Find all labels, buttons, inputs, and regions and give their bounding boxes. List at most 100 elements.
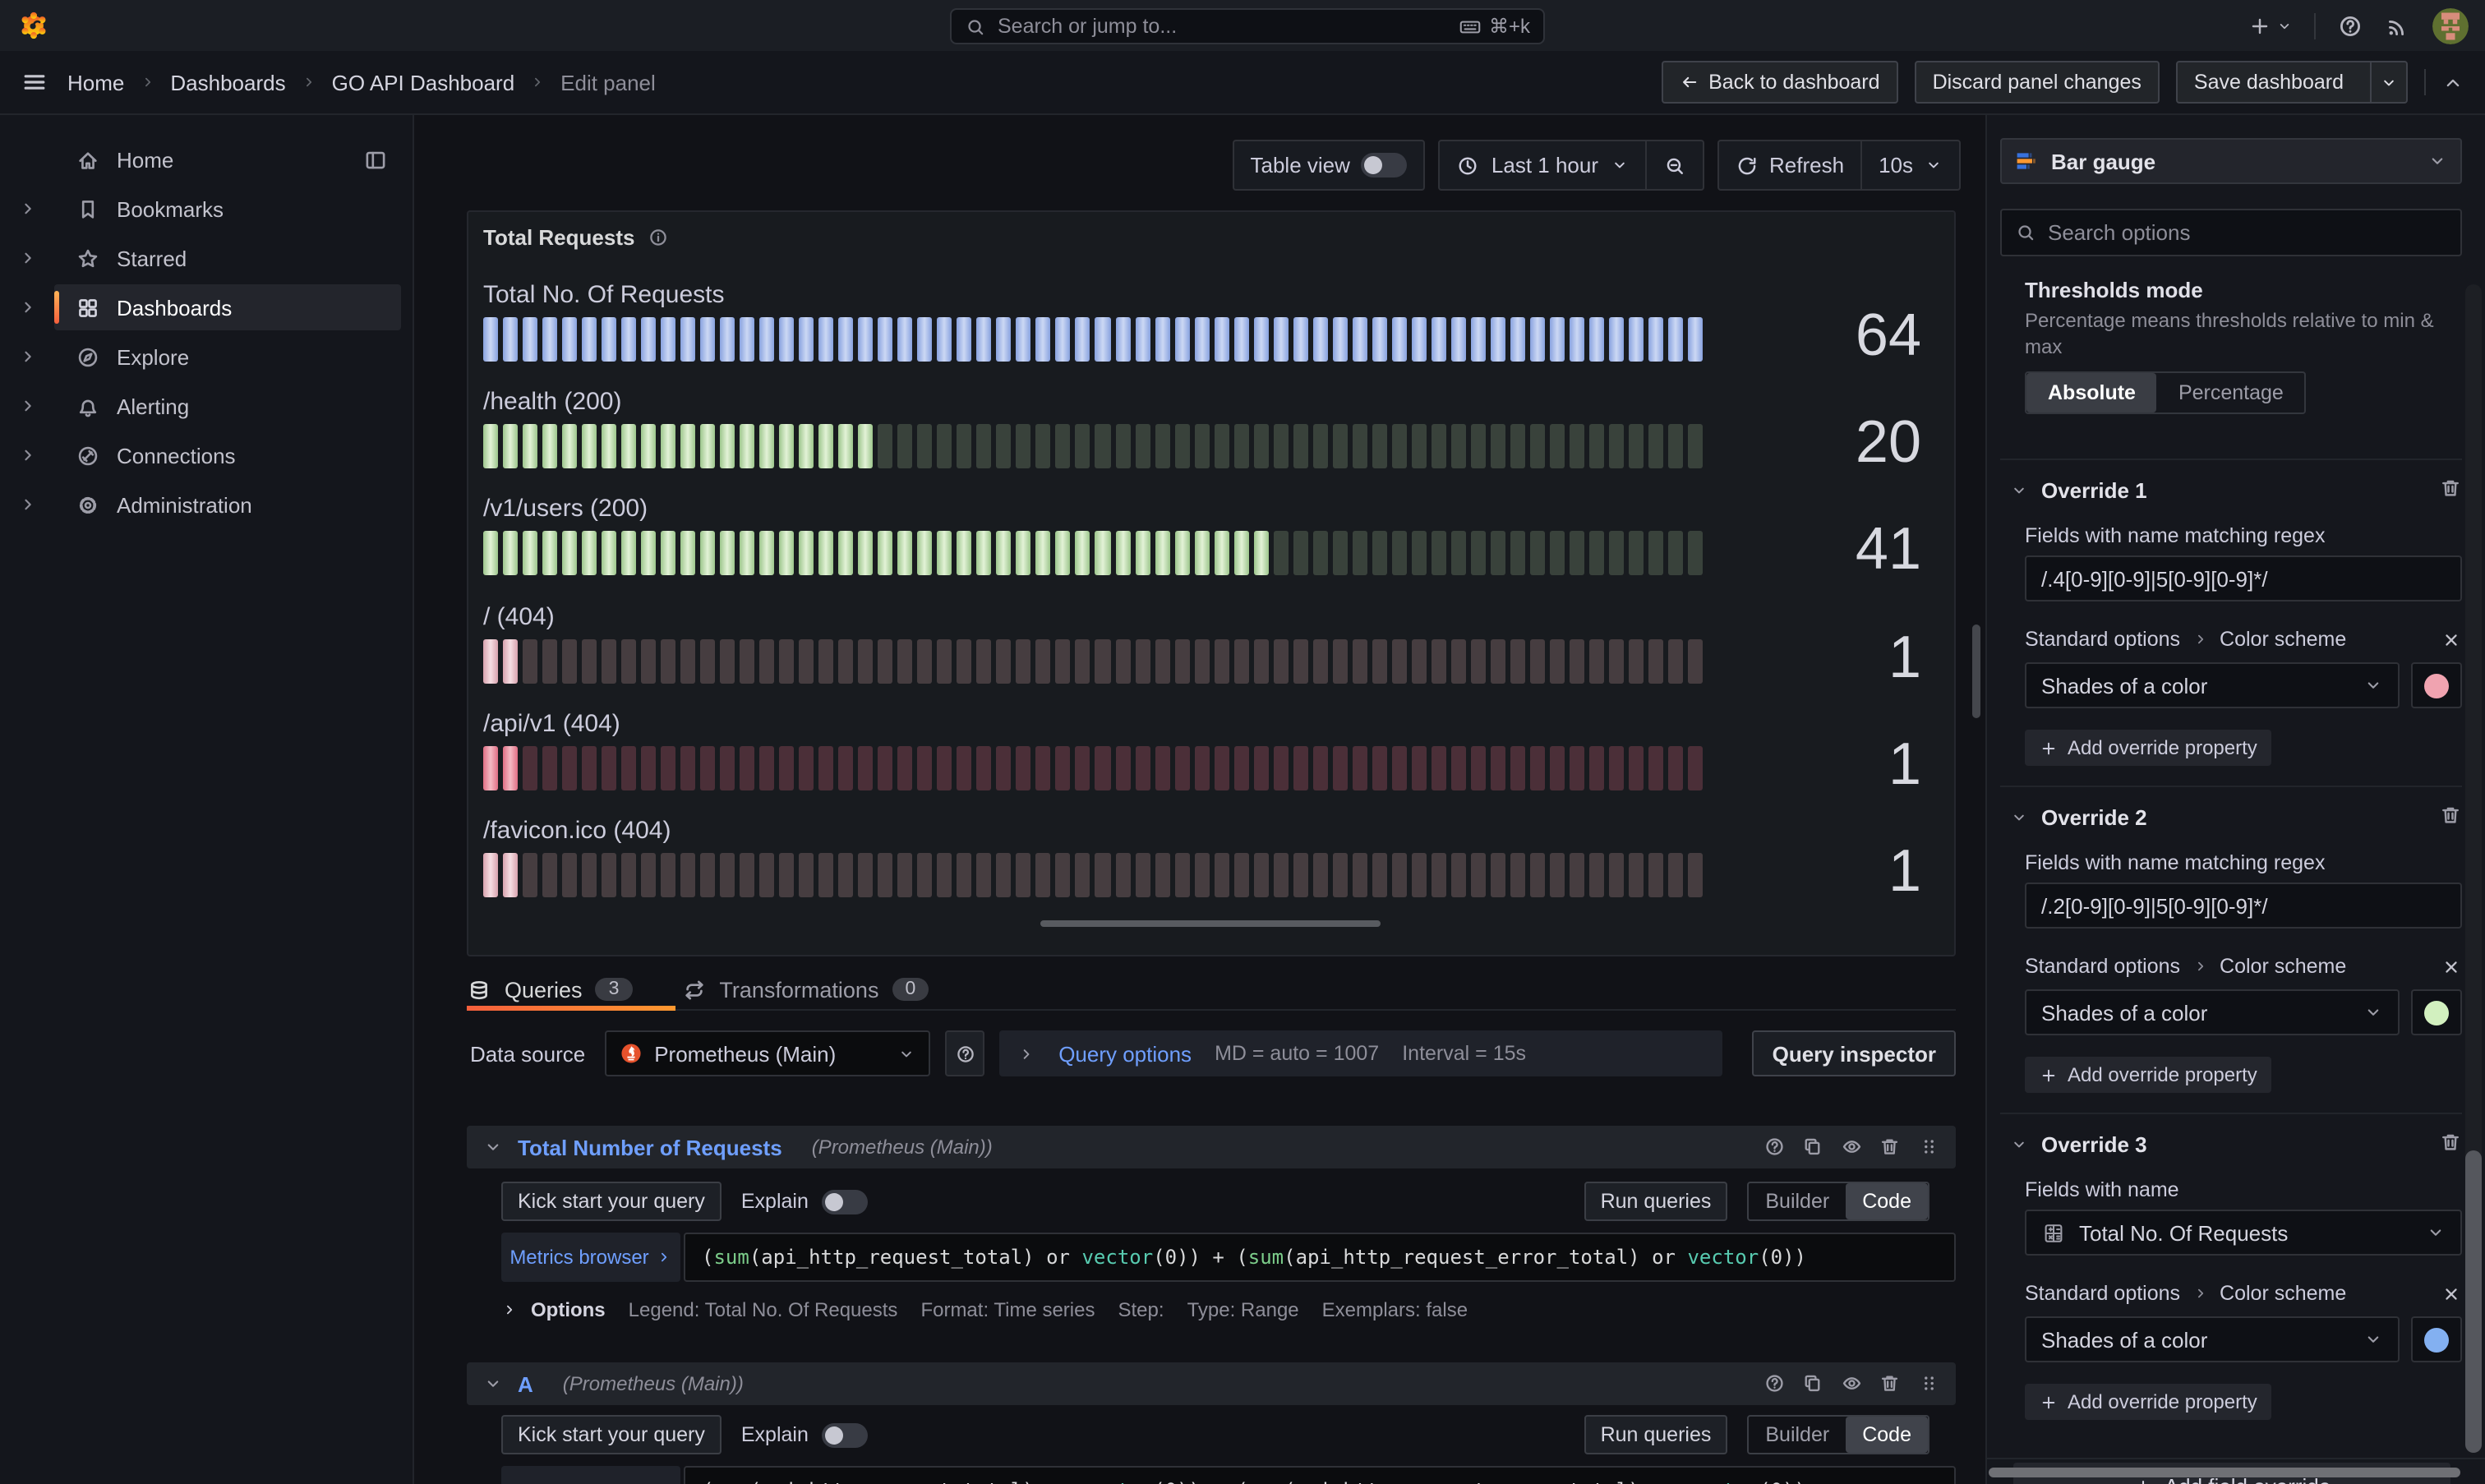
override-regex-input[interactable]: /.2[0-9][0-9]|5[0-9][0-9]*/: [2025, 883, 2462, 929]
override-field-select[interactable]: Total No. Of Requests: [2025, 1210, 2462, 1256]
sidebar-expander[interactable]: [0, 495, 54, 514]
news-icon[interactable]: [2385, 12, 2411, 39]
query-options-link[interactable]: Query options: [1058, 1041, 1192, 1066]
table-view-toggle[interactable]: [1362, 153, 1408, 177]
sidebar-item-bookmarks[interactable]: Bookmarks: [54, 186, 401, 232]
explain-toggle[interactable]: [822, 1422, 868, 1447]
query-help-icon[interactable]: [1763, 1373, 1785, 1395]
code-option[interactable]: Code: [1846, 1417, 1928, 1453]
zoom-out-button[interactable]: [1644, 141, 1702, 189]
main-vertical-scrollbar[interactable]: [1972, 624, 1980, 718]
dock-menu-icon[interactable]: [363, 147, 388, 172]
sidebar-item-starred[interactable]: Starred: [54, 235, 401, 281]
toggle-query-icon[interactable]: [1840, 1373, 1862, 1395]
kick-start-query-button[interactable]: Kick start your query: [501, 1415, 722, 1454]
color-swatch-button[interactable]: [2411, 990, 2462, 1036]
color-scheme-select[interactable]: Shades of a color: [2025, 1317, 2400, 1363]
expand-connections-icon[interactable]: [17, 445, 37, 465]
kick-start-query-button[interactable]: Kick start your query: [501, 1182, 722, 1221]
metrics-browser-button[interactable]: Metrics browser: [501, 1233, 680, 1282]
chevron-right-icon[interactable]: [1017, 1044, 1035, 1062]
refresh-button[interactable]: Refresh: [1718, 141, 1860, 189]
query-help-icon[interactable]: [1763, 1136, 1785, 1159]
color-swatch-button[interactable]: [2411, 1317, 2462, 1363]
expand-explore-icon[interactable]: [17, 347, 37, 366]
delete-query-icon[interactable]: [1879, 1373, 1901, 1395]
chevron-down-icon[interactable]: [2010, 482, 2028, 500]
search-options-input[interactable]: Search options: [2000, 209, 2462, 256]
expand-bookmarks-icon[interactable]: [17, 199, 37, 219]
explain-toggle[interactable]: [822, 1189, 868, 1214]
query-row-header[interactable]: Total Number of Requests (Prometheus (Ma…: [467, 1126, 1956, 1168]
sidebar-item-home[interactable]: Home: [54, 136, 401, 182]
info-icon[interactable]: [648, 227, 669, 248]
builder-option[interactable]: Builder: [1749, 1417, 1846, 1453]
metrics-browser-button[interactable]: [501, 1466, 680, 1484]
query-inspector-button[interactable]: Query inspector: [1753, 1030, 1956, 1076]
delete-override-icon[interactable]: [2439, 477, 2462, 500]
add-override-property-button[interactable]: Add override property: [2025, 1058, 2272, 1094]
sidebar-expander[interactable]: [0, 199, 54, 219]
datasource-select[interactable]: Prometheus (Main): [605, 1030, 930, 1076]
duplicate-query-icon[interactable]: [1801, 1373, 1823, 1395]
remove-property-icon[interactable]: [2441, 1284, 2462, 1305]
sidebar-item-connections[interactable]: Connections: [54, 432, 401, 478]
promql-expression-input[interactable]: (sum(api_http_request_total) or vector(0…: [684, 1233, 1956, 1282]
remove-property-icon[interactable]: [2441, 629, 2462, 651]
breadcrumb-dashboard-name[interactable]: GO API Dashboard: [332, 70, 515, 94]
expand-starred-icon[interactable]: [17, 248, 37, 268]
sidebar-expander[interactable]: [0, 445, 54, 465]
breadcrumb-dashboards[interactable]: Dashboards: [170, 70, 285, 94]
run-queries-button[interactable]: Run queries: [1584, 1415, 1728, 1454]
expand-dashboards-icon[interactable]: [17, 297, 37, 317]
code-option[interactable]: Code: [1846, 1183, 1928, 1219]
expand-alerting-icon[interactable]: [17, 396, 37, 416]
chevron-down-icon[interactable]: [2010, 1136, 2028, 1154]
chevron-down-icon[interactable]: [2010, 809, 2028, 827]
visualization-picker[interactable]: Bar gauge: [2000, 138, 2462, 184]
drag-handle-icon[interactable]: [1917, 1136, 1939, 1159]
breadcrumb-home[interactable]: Home: [67, 70, 124, 94]
datasource-help-button[interactable]: [945, 1030, 984, 1076]
query-name[interactable]: Total Number of Requests: [518, 1135, 782, 1159]
promql-expression-input[interactable]: (sum(api_http_request_total) or vector(0…: [684, 1466, 1956, 1484]
run-queries-button[interactable]: Run queries: [1584, 1182, 1728, 1221]
percentage-option[interactable]: Percentage: [2157, 374, 2305, 413]
sidebar-item-alerting[interactable]: Alerting: [54, 383, 401, 429]
tab-transformations[interactable]: Transformations 0: [681, 970, 929, 1009]
menu-toggle-icon[interactable]: [21, 69, 48, 95]
tab-queries[interactable]: Queries 3: [467, 970, 632, 1009]
toggle-query-icon[interactable]: [1840, 1136, 1862, 1159]
time-range-picker[interactable]: Last 1 hour: [1441, 141, 1644, 189]
sidebar-expander[interactable]: [0, 248, 54, 268]
color-scheme-select[interactable]: Shades of a color: [2025, 663, 2400, 709]
discard-panel-changes-button[interactable]: Discard panel changes: [1915, 61, 2160, 104]
query-name[interactable]: A: [518, 1371, 533, 1396]
absolute-option[interactable]: Absolute: [2026, 374, 2157, 413]
builder-option[interactable]: Builder: [1749, 1183, 1846, 1219]
options-toggle[interactable]: Options: [501, 1297, 606, 1320]
sidebar-item-administration[interactable]: Administration: [54, 482, 401, 528]
delete-query-icon[interactable]: [1879, 1136, 1901, 1159]
drag-handle-icon[interactable]: [1917, 1373, 1939, 1395]
sidebar-item-explore[interactable]: Explore: [54, 334, 401, 380]
panel-title[interactable]: Total Requests: [483, 225, 634, 250]
add-override-property-button[interactable]: Add override property: [2025, 1385, 2272, 1421]
sidebar-item-dashboards[interactable]: Dashboards: [54, 284, 401, 330]
user-avatar[interactable]: [2432, 7, 2469, 44]
delete-override-icon[interactable]: [2439, 1131, 2462, 1154]
override-regex-input[interactable]: /.4[0-9][0-9]|5[0-9][0-9]*/: [2025, 556, 2462, 602]
color-scheme-select[interactable]: Shades of a color: [2025, 990, 2400, 1036]
add-override-property-button[interactable]: Add override property: [2025, 730, 2272, 767]
sidebar-expander[interactable]: [0, 297, 54, 317]
sidebar-expander[interactable]: [0, 347, 54, 366]
query-row-header[interactable]: A (Prometheus (Main)): [467, 1362, 1956, 1405]
help-icon[interactable]: [2337, 12, 2363, 39]
duplicate-query-icon[interactable]: [1801, 1136, 1823, 1159]
refresh-interval-picker[interactable]: 10s: [1860, 141, 1959, 189]
sidebar-expander[interactable]: [0, 396, 54, 416]
new-button[interactable]: [2248, 14, 2293, 37]
expand-administration-icon[interactable]: [17, 495, 37, 514]
collapse-header-icon[interactable]: [2442, 71, 2464, 93]
back-to-dashboard-button[interactable]: Back to dashboard: [1661, 61, 1898, 104]
